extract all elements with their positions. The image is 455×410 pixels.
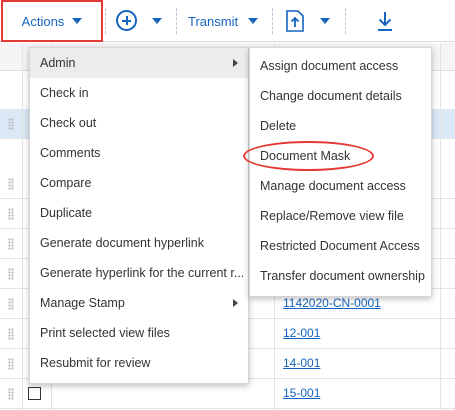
- menu-item-change-document-details[interactable]: Change document details: [250, 81, 431, 111]
- toolbar: Actions Transmit: [0, 0, 455, 42]
- document-number-link[interactable]: 15-001: [283, 386, 320, 400]
- menu-item-assign-document-access[interactable]: Assign document access: [250, 51, 431, 81]
- submenu-arrow-icon: [233, 299, 238, 307]
- toolbar-separator: [272, 8, 273, 34]
- menu-item-label: Duplicate: [40, 206, 93, 220]
- menu-item-manage-stamp[interactable]: Manage Stamp: [30, 288, 248, 318]
- menu-item-resubmit-for-review[interactable]: Resubmit for review: [30, 348, 248, 378]
- menu-item-generate-document-hyperlink[interactable]: Generate document hyperlink: [30, 228, 248, 258]
- menu-item-compare[interactable]: Compare: [30, 168, 248, 198]
- menu-item-check-in[interactable]: Check in: [30, 78, 248, 108]
- menu-item-replace-remove-view-file[interactable]: Replace/Remove view file: [250, 201, 431, 231]
- menu-item-label: Generate hyperlink for the current r...: [40, 266, 245, 280]
- admin-submenu: Assign document access Change document d…: [249, 47, 432, 297]
- menu-item-generate-hyperlink-current[interactable]: Generate hyperlink for the current r...: [30, 258, 248, 288]
- document-number-link[interactable]: 14-001: [283, 356, 320, 370]
- menu-item-check-out[interactable]: Check out: [30, 108, 248, 138]
- chevron-down-icon: [248, 18, 259, 24]
- menu-item-label: Print selected view files: [40, 326, 170, 340]
- drag-handle-icon[interactable]: [8, 328, 14, 340]
- document-number-link[interactable]: 1142020-CN-0001: [283, 296, 381, 310]
- menu-item-manage-document-access[interactable]: Manage document access: [250, 171, 431, 201]
- menu-item-label: Assign document access: [260, 59, 399, 73]
- menu-item-label: Generate document hyperlink: [40, 236, 204, 250]
- drag-handle-icon[interactable]: [8, 298, 14, 310]
- menu-item-duplicate[interactable]: Duplicate: [30, 198, 248, 228]
- upload-menu-chevron-icon[interactable]: [320, 18, 330, 24]
- add-circle-icon[interactable]: [116, 10, 137, 31]
- transmit-button[interactable]: Transmit: [188, 0, 259, 42]
- menu-item-restricted-document-access[interactable]: Restricted Document Access: [250, 231, 431, 261]
- drag-handle-icon[interactable]: [8, 208, 14, 220]
- submenu-arrow-icon: [233, 59, 238, 67]
- row-checkbox[interactable]: [28, 387, 41, 400]
- menu-item-transfer-document-ownership[interactable]: Transfer document ownership: [250, 261, 431, 291]
- drag-handle-icon[interactable]: [8, 118, 14, 130]
- chevron-down-icon: [72, 18, 83, 24]
- drag-handle-icon[interactable]: [8, 178, 14, 190]
- column-divider: [22, 43, 23, 410]
- menu-item-label: Change document details: [260, 89, 402, 103]
- document-number-link[interactable]: 12-001: [283, 326, 320, 340]
- menu-item-label: Comments: [40, 146, 101, 160]
- menu-item-label: Check out: [40, 116, 97, 130]
- menu-item-label: Manage document access: [260, 179, 406, 193]
- actions-menu: Admin Check in Check out Comments Compar…: [29, 47, 249, 384]
- menu-item-label: Compare: [40, 176, 92, 190]
- toolbar-separator: [105, 8, 106, 34]
- upload-document-icon[interactable]: [285, 10, 305, 32]
- menu-item-admin[interactable]: Admin: [30, 48, 248, 78]
- toolbar-separator: [345, 8, 346, 34]
- transmit-label: Transmit: [188, 13, 239, 29]
- column-divider: [440, 43, 441, 410]
- download-icon[interactable]: [375, 10, 395, 32]
- menu-item-label: Delete: [260, 119, 297, 133]
- actions-label: Actions: [21, 13, 65, 29]
- highlight-annotation-ellipse: [243, 141, 374, 171]
- menu-item-label: Restricted Document Access: [260, 239, 420, 253]
- menu-item-label: Resubmit for review: [40, 356, 151, 370]
- menu-item-label: Transfer document ownership: [260, 269, 425, 283]
- drag-handle-icon[interactable]: [8, 268, 14, 280]
- drag-handle-icon[interactable]: [8, 358, 14, 370]
- menu-item-delete[interactable]: Delete: [250, 111, 431, 141]
- menu-item-label: Replace/Remove view file: [260, 209, 404, 223]
- menu-item-print-selected-view-files[interactable]: Print selected view files: [30, 318, 248, 348]
- drag-handle-icon[interactable]: [8, 388, 14, 400]
- drag-handle-icon[interactable]: [8, 238, 14, 250]
- menu-item-label: Check in: [40, 86, 89, 100]
- actions-button[interactable]: Actions: [1, 0, 103, 42]
- menu-item-label: Manage Stamp: [40, 296, 125, 310]
- toolbar-separator: [176, 8, 177, 34]
- menu-item-comments[interactable]: Comments: [30, 138, 248, 168]
- menu-item-label: Admin: [40, 56, 76, 70]
- add-menu-chevron-icon[interactable]: [152, 18, 162, 24]
